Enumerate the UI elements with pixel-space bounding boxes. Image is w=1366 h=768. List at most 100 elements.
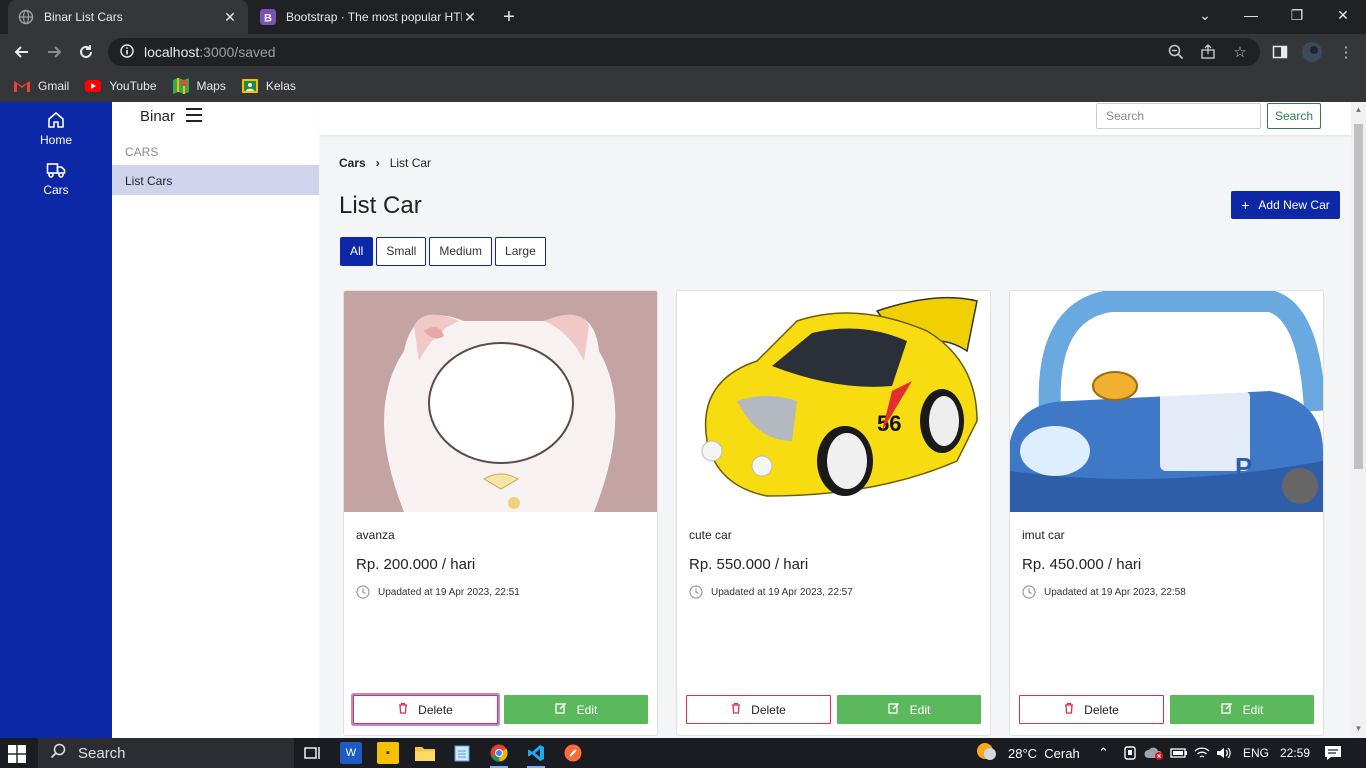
windows-start-icon[interactable] xyxy=(8,745,26,763)
rail-item-home[interactable]: Home xyxy=(0,111,112,147)
size-filter-group: All Small Medium Large xyxy=(340,237,549,266)
battery-icon[interactable] xyxy=(1170,738,1188,768)
bookmark-gmail[interactable]: Gmail xyxy=(14,78,69,94)
tab-bootstrap[interactable]: B Bootstrap · The most popular HTML ✕ xyxy=(252,0,486,34)
scroll-down-icon[interactable]: ▼ xyxy=(1354,724,1363,734)
bookmark-label: Kelas xyxy=(265,79,296,93)
edit-label: Edit xyxy=(909,702,931,717)
file-explorer-icon[interactable] xyxy=(414,742,436,764)
tab-search-chevron-icon[interactable]: ⌄ xyxy=(1182,0,1228,30)
notification-icon[interactable] xyxy=(1324,738,1342,768)
clock-icon xyxy=(689,585,703,599)
onedrive-icon[interactable] xyxy=(1144,738,1164,768)
rail-item-cars[interactable]: Cars xyxy=(0,161,112,197)
chrome-icon[interactable] xyxy=(488,742,510,768)
car-card: avanza Rp. 200.000 / hari Upadated at 19… xyxy=(343,290,658,736)
edit-button[interactable]: Edit xyxy=(1170,695,1314,724)
filter-small[interactable]: Small xyxy=(376,237,427,266)
car-image xyxy=(344,291,657,512)
tray-chevron-icon[interactable]: ⌃ xyxy=(1098,738,1109,768)
edit-button[interactable]: Edit xyxy=(504,695,648,724)
svg-text:B: B xyxy=(264,13,272,25)
profile-avatar[interactable] xyxy=(1302,42,1322,62)
reload-icon[interactable] xyxy=(74,40,98,64)
filter-all[interactable]: All xyxy=(340,237,374,266)
bookmark-maps[interactable]: Maps xyxy=(172,78,226,94)
plus-icon: + xyxy=(1241,197,1250,213)
taskbar-search[interactable]: Search xyxy=(38,738,294,768)
weather-widget[interactable]: 28°C Cerah xyxy=(976,738,1080,768)
url-path: :3000/saved xyxy=(199,44,276,60)
globe-icon xyxy=(18,9,34,25)
hamburger-menu-icon[interactable] xyxy=(186,108,202,122)
breadcrumb-parent[interactable]: Cars xyxy=(339,156,366,170)
updated-text: Upadated at 19 Apr 2023, 22:58 xyxy=(1044,586,1186,598)
close-tab-icon[interactable]: ✕ xyxy=(462,9,478,26)
filter-large[interactable]: Large xyxy=(495,237,546,266)
page-scrollbar[interactable]: ▲ ▼ xyxy=(1351,102,1366,738)
browser-toolbar: localhost:3000/saved ☆ ⋮ xyxy=(0,34,1366,70)
wifi-icon[interactable] xyxy=(1194,738,1210,768)
forward-icon[interactable] xyxy=(42,40,66,64)
bookmark-label: Maps xyxy=(196,79,226,93)
add-new-car-button[interactable]: + Add New Car xyxy=(1231,191,1340,219)
maps-icon xyxy=(172,78,189,94)
trash-icon xyxy=(398,702,408,717)
restore-button[interactable]: ❐ xyxy=(1274,0,1320,30)
minimize-button[interactable]: — xyxy=(1228,0,1274,30)
edit-label: Edit xyxy=(576,702,598,717)
search-button[interactable]: Search xyxy=(1267,103,1321,129)
filter-medium[interactable]: Medium xyxy=(429,237,493,266)
bookmark-youtube[interactable]: YouTube xyxy=(85,78,157,94)
bootstrap-icon: B xyxy=(260,9,276,25)
volume-icon[interactable] xyxy=(1216,738,1232,768)
delete-button[interactable]: Delete xyxy=(686,695,831,724)
new-tab-button[interactable]: + xyxy=(498,6,520,28)
postman-icon[interactable] xyxy=(562,742,584,764)
bookmarks-bar: Gmail YouTube Maps Kelas xyxy=(0,70,1366,102)
gmail-icon xyxy=(14,78,30,94)
back-icon[interactable] xyxy=(10,40,34,64)
delete-button[interactable]: Delete xyxy=(1019,695,1164,724)
share-icon[interactable] xyxy=(1198,42,1218,62)
car-updated: Upadated at 19 Apr 2023, 22:51 xyxy=(356,585,520,599)
address-bar[interactable]: localhost:3000/saved xyxy=(108,38,1260,66)
sidebar-item-list-cars[interactable]: List Cars xyxy=(112,165,319,195)
bookmark-kelas[interactable]: Kelas xyxy=(241,78,296,94)
sticky-notes-icon[interactable]: ▪ xyxy=(377,742,399,764)
clock[interactable]: 22:59 xyxy=(1280,738,1310,768)
close-window-button[interactable]: ✕ xyxy=(1320,0,1366,30)
task-view-icon[interactable] xyxy=(302,742,324,764)
car-card: 56 cute car Rp. 550.000 / hari Upadated … xyxy=(676,290,991,736)
zoom-icon[interactable] xyxy=(1166,42,1186,62)
scroll-up-icon[interactable]: ▲ xyxy=(1354,105,1363,115)
bookmark-star-icon[interactable]: ☆ xyxy=(1230,42,1250,62)
search-input[interactable]: Search xyxy=(1096,103,1261,129)
vscode-icon[interactable] xyxy=(525,742,547,768)
scrollbar-thumb[interactable] xyxy=(1354,124,1363,469)
car-image: 56 xyxy=(677,291,990,512)
menu-kebab-icon[interactable]: ⋮ xyxy=(1336,42,1356,62)
language-indicator[interactable]: ENG xyxy=(1243,738,1269,768)
url-host: localhost xyxy=(144,44,200,60)
car-image: P xyxy=(1010,291,1323,512)
kelas-icon xyxy=(241,78,258,94)
edit-button[interactable]: Edit xyxy=(837,695,981,724)
word-icon[interactable]: W xyxy=(340,742,362,764)
edit-icon xyxy=(1221,702,1233,717)
car-updated: Upadated at 19 Apr 2023, 22:57 xyxy=(689,585,853,599)
delete-button[interactable]: Delete xyxy=(353,695,498,724)
notepad-icon[interactable] xyxy=(451,742,473,764)
tab-binar-list-cars[interactable]: Binar List Cars ✕ xyxy=(8,0,248,34)
car-updated: Upadated at 19 Apr 2023, 22:58 xyxy=(1022,585,1186,599)
side-panel-icon[interactable] xyxy=(1270,42,1290,62)
weather-text: 28°C Cerah xyxy=(1008,745,1080,761)
sidebar: Binar CARS List Cars xyxy=(112,102,319,738)
car-name: avanza xyxy=(356,528,395,542)
bookmark-label: YouTube xyxy=(109,79,157,93)
site-info-icon[interactable] xyxy=(120,43,134,61)
car-price: Rp. 550.000 / hari xyxy=(689,556,809,573)
close-tab-icon[interactable]: ✕ xyxy=(222,9,238,26)
delete-label: Delete xyxy=(418,702,453,717)
meet-now-icon[interactable] xyxy=(1122,738,1138,768)
